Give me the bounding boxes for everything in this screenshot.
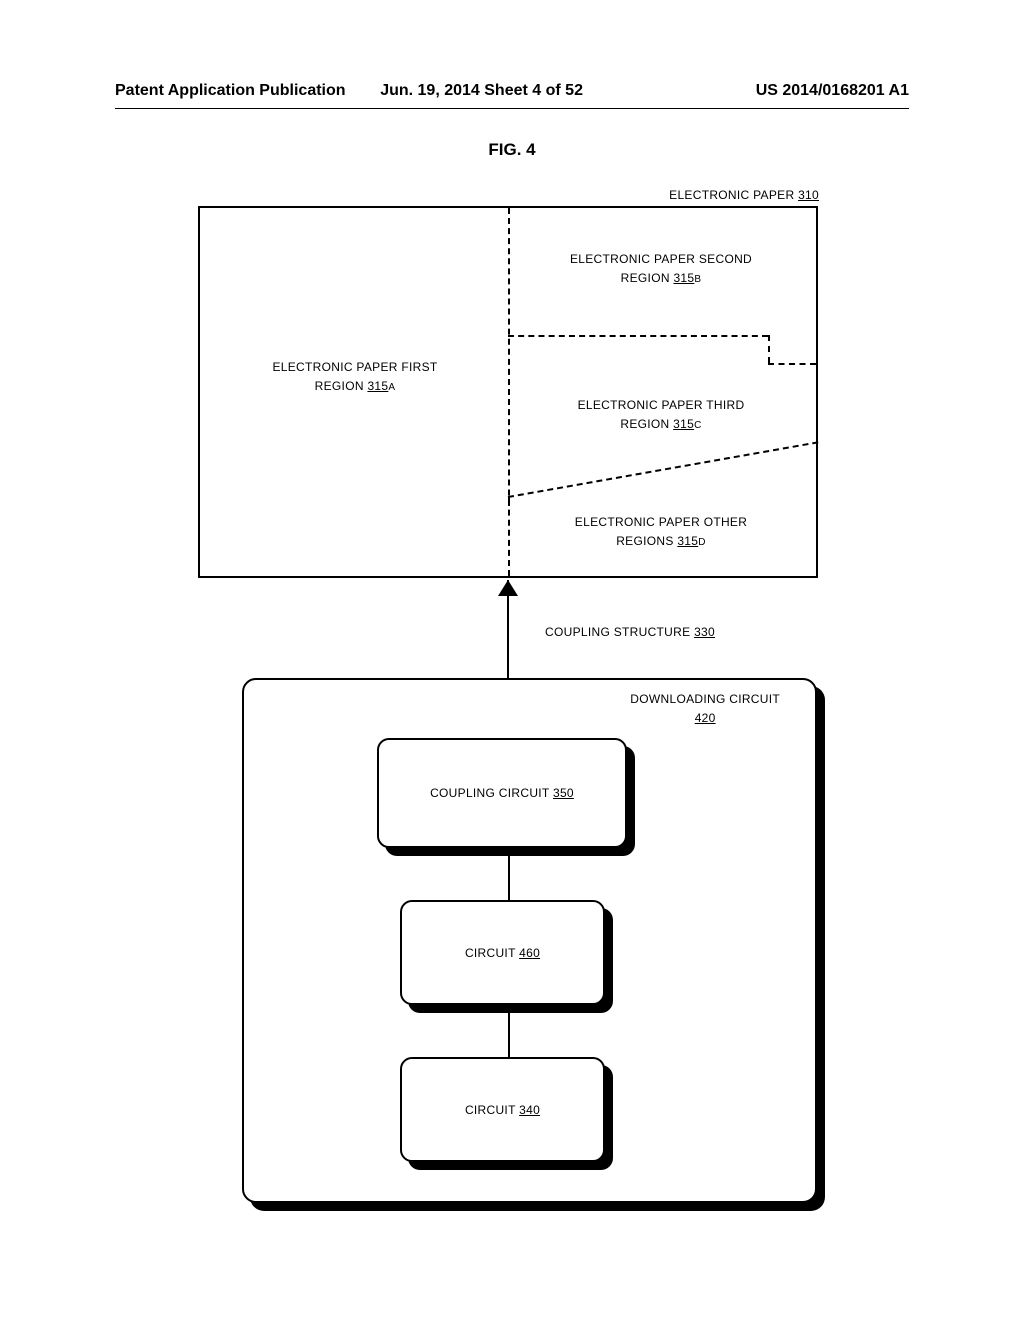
electronic-paper-box: ELECTRONIC PAPER FIRST REGION 315A ELECT…: [198, 206, 818, 578]
horizontal-divider-1: [508, 335, 768, 337]
header-patent-number: US 2014/0168201 A1: [756, 82, 909, 100]
arrow-line: [507, 580, 509, 680]
third-region-label: ELECTRONIC PAPER THIRD REGION 315C: [551, 396, 771, 434]
connector-1: [508, 856, 510, 900]
circuit-340-box: CIRCUIT 340: [400, 1057, 605, 1162]
coupling-structure-label: COUPLING STRUCTURE 330: [545, 625, 715, 639]
diagonal-divider: [508, 441, 819, 498]
vertical-divider: [508, 208, 510, 576]
electronic-paper-label: ELECTRONIC PAPER 310: [669, 188, 819, 202]
figure-label: FIG. 4: [488, 140, 535, 160]
downloading-circuit-label: DOWNLOADING CIRCUIT 420: [630, 690, 780, 728]
coupling-circuit-box: COUPLING CIRCUIT 350: [377, 738, 627, 848]
header-rule: [115, 108, 909, 109]
other-regions-label: ELECTRONIC PAPER OTHER REGIONS 315D: [551, 513, 771, 551]
horizontal-divider-1-step-h: [768, 363, 816, 365]
header-date-sheet: Jun. 19, 2014 Sheet 4 of 52: [380, 82, 583, 100]
page-header: Patent Application Publication Jun. 19, …: [115, 82, 909, 100]
header-publication: Patent Application Publication: [115, 82, 346, 100]
horizontal-divider-1-step: [768, 335, 770, 363]
circuit-460-box: CIRCUIT 460: [400, 900, 605, 1005]
first-region-label: ELECTRONIC PAPER FIRST REGION 315A: [245, 358, 465, 396]
connector-2: [508, 1013, 510, 1057]
downloading-circuit-box: DOWNLOADING CIRCUIT 420 COUPLING CIRCUIT…: [242, 678, 817, 1203]
diagram-canvas: ELECTRONIC PAPER 310 ELECTRONIC PAPER FI…: [115, 170, 909, 1220]
second-region-label: ELECTRONIC PAPER SECOND REGION 315B: [541, 250, 781, 288]
